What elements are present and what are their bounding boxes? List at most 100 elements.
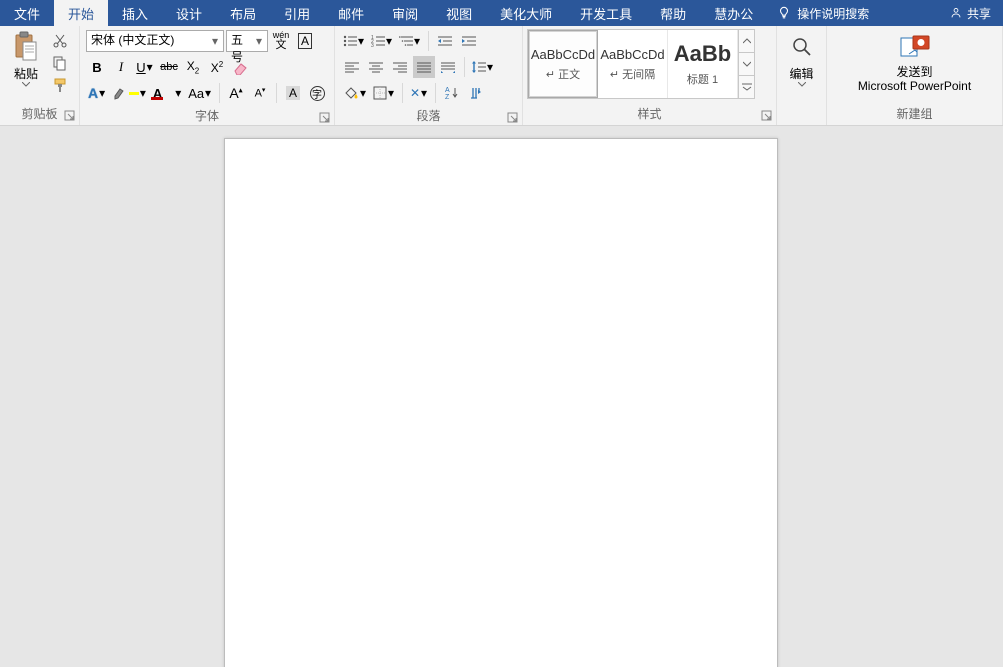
numbering-button[interactable]: 123▾	[369, 30, 395, 52]
share-button[interactable]: 共享	[937, 0, 1003, 26]
align-center-button[interactable]	[365, 56, 387, 78]
align-left-icon	[345, 61, 359, 73]
svg-text:A: A	[445, 87, 450, 94]
tab-home[interactable]: 开始	[54, 0, 108, 26]
enclose-char-button[interactable]: 字	[306, 82, 328, 104]
text-effects-button[interactable]: A▾	[86, 82, 108, 104]
line-spacing-icon	[472, 60, 486, 74]
send-to-label: 发送到	[896, 65, 932, 79]
shrink-font-button[interactable]: A▾	[249, 82, 271, 104]
pilcrow-icon	[470, 86, 482, 100]
font-size-combo[interactable]: 五号 ▾	[226, 30, 268, 52]
document-page[interactable]	[224, 138, 778, 667]
font-color-button[interactable]: A▾	[151, 82, 184, 104]
tab-huioffice[interactable]: 慧办公	[700, 0, 767, 26]
tell-me-search[interactable]: 操作说明搜索	[767, 0, 879, 26]
svg-text:Z: Z	[445, 94, 450, 100]
tab-references[interactable]: 引用	[270, 0, 324, 26]
align-right-button[interactable]	[389, 56, 411, 78]
grow-font-button[interactable]: A▴	[225, 82, 247, 104]
person-icon	[949, 6, 963, 20]
format-painter-button[interactable]	[50, 75, 70, 95]
bullets-button[interactable]: ▾	[341, 30, 367, 52]
char-border-button[interactable]: A	[294, 30, 316, 52]
cut-button[interactable]	[50, 31, 70, 51]
font-name-value: 宋体 (中文正文)	[91, 33, 174, 47]
style-no-spacing[interactable]: AaBbCcDd ↵ 无间隔	[598, 30, 668, 98]
highlighter-icon	[112, 85, 128, 101]
distributed-icon	[441, 61, 455, 73]
tab-design[interactable]: 设计	[162, 0, 216, 26]
show-marks-button[interactable]	[465, 82, 487, 104]
borders-button[interactable]: ▾	[371, 82, 397, 104]
clipboard-dialog-launcher[interactable]	[64, 110, 76, 122]
tab-view[interactable]: 视图	[432, 0, 486, 26]
italic-button[interactable]: I	[110, 56, 132, 78]
tab-layout[interactable]: 布局	[216, 0, 270, 26]
change-case-button[interactable]: Aa▾	[186, 82, 214, 104]
style-name-label: 标题 1	[687, 71, 718, 87]
asian-layout-button[interactable]: ✕▾	[408, 82, 430, 104]
tab-review[interactable]: 审阅	[378, 0, 432, 26]
tab-beautify[interactable]: 美化大师	[486, 0, 566, 26]
styles-expand[interactable]	[739, 76, 754, 98]
styles-dialog-launcher[interactable]	[761, 110, 773, 122]
strikethrough-button[interactable]: abc	[158, 56, 180, 78]
phonetic-guide-button[interactable]: wén 文	[270, 30, 292, 52]
tab-developer[interactable]: 开发工具	[566, 0, 646, 26]
align-left-button[interactable]	[341, 56, 363, 78]
increase-indent-button[interactable]	[458, 30, 480, 52]
borders-icon	[373, 86, 387, 100]
send-to-ppt-button[interactable]: 发送到 Microsoft PowerPoint	[852, 29, 977, 103]
copy-icon	[52, 55, 68, 71]
align-justify-icon	[417, 61, 431, 73]
shading-button[interactable]: ▾	[341, 82, 369, 104]
style-heading1[interactable]: AaBb 标题 1	[668, 30, 738, 98]
style-normal[interactable]: AaBbCcDd ↵ 正文	[528, 30, 598, 98]
expand-icon	[742, 83, 752, 91]
group-new: 发送到 Microsoft PowerPoint 新建组	[827, 26, 1003, 125]
style-preview-text: AaBb	[674, 41, 731, 67]
tab-mail[interactable]: 邮件	[324, 0, 378, 26]
chevron-down-icon: ▾	[208, 34, 222, 48]
tab-file[interactable]: 文件	[0, 0, 54, 26]
superscript-button[interactable]: X2	[206, 56, 228, 78]
align-right-icon	[393, 61, 407, 73]
tab-help[interactable]: 帮助	[646, 0, 700, 26]
font-dialog-launcher[interactable]	[319, 112, 331, 124]
tab-insert[interactable]: 插入	[108, 0, 162, 26]
group-new-label: 新建组	[896, 107, 932, 121]
font-size-value: 五号	[231, 33, 243, 64]
styles-scroll-down[interactable]	[739, 53, 754, 76]
underline-button[interactable]: U▾	[134, 56, 156, 78]
bullets-icon	[343, 35, 357, 47]
decrease-indent-button[interactable]	[434, 30, 456, 52]
chevron-down-icon	[798, 82, 806, 88]
group-paragraph-label: 段落	[416, 109, 440, 123]
multilevel-icon	[399, 35, 413, 47]
paragraph-dialog-launcher[interactable]	[507, 112, 519, 124]
copy-button[interactable]	[50, 53, 70, 73]
multilevel-list-button[interactable]: ▾	[397, 30, 423, 52]
chevron-down-icon: ▾	[252, 34, 266, 48]
document-area	[0, 126, 1003, 667]
sort-button[interactable]: AZ	[441, 82, 463, 104]
find-button[interactable]: 编辑	[780, 29, 824, 106]
distributed-button[interactable]	[437, 56, 459, 78]
align-justify-button[interactable]	[413, 56, 435, 78]
char-shading-button[interactable]: A	[282, 82, 304, 104]
style-name-label: 正文	[558, 69, 580, 81]
tell-me-label: 操作说明搜索	[797, 5, 869, 22]
send-to-ppt-icon	[899, 34, 931, 60]
paste-button[interactable]: 粘贴	[4, 29, 48, 103]
bold-button[interactable]: B	[86, 56, 108, 78]
line-spacing-button[interactable]: ▾	[470, 56, 496, 78]
align-center-icon	[369, 61, 383, 73]
group-edit: 编辑	[777, 26, 827, 125]
subscript-button[interactable]: X2	[182, 56, 204, 78]
ribbon-content: 粘贴 剪贴板 宋体 (中文正文)	[0, 26, 1003, 126]
font-name-combo[interactable]: 宋体 (中文正文) ▾	[86, 30, 224, 52]
highlight-button[interactable]: ▾	[110, 82, 149, 104]
styles-scroll-up[interactable]	[739, 30, 754, 53]
style-preview-text: AaBbCcDd	[600, 47, 664, 62]
